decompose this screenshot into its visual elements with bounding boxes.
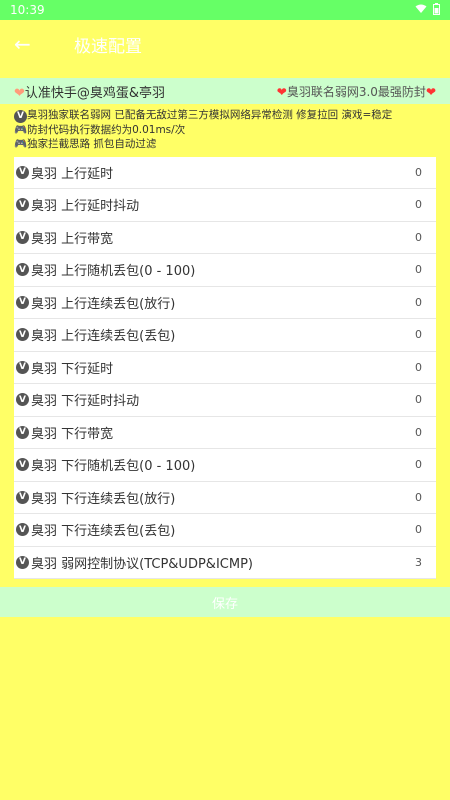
setting-label: 臭羽 下行带宽 — [31, 426, 114, 442]
setting-row[interactable]: V 臭羽 下行连续丢包(放行) 0 — [14, 482, 436, 514]
banner-right-text: 臭羽联名弱网3.0最强防封 — [286, 84, 426, 99]
setting-label: 臭羽 下行延时抖动 — [31, 394, 140, 410]
wifi-icon — [415, 3, 427, 17]
setting-row[interactable]: V 臭羽 上行连续丢包(丢包) 0 — [14, 319, 436, 352]
heart-icon: ❤ — [276, 84, 287, 99]
note-line: 🎮独家拦截思路 抓包自动过滤 — [14, 137, 157, 150]
v-badge-icon: V — [16, 263, 29, 277]
setting-row[interactable]: V 臭羽 上行延时抖动 0 — [14, 189, 436, 222]
setting-label: 臭羽 上行延时 — [31, 166, 114, 182]
app-bar: ← 极速配置 — [0, 20, 450, 68]
banner-left-text: 认准快手@臭鸡蛋&亭羽 — [24, 85, 166, 101]
v-badge-icon: V — [16, 328, 29, 342]
v-badge-icon: V — [16, 198, 29, 212]
note-line: V 臭羽独家联名弱网 已配备无敌过第三方模拟网络异常检测 修复拉回 演戏=稳定 — [14, 108, 436, 123]
back-arrow-icon[interactable]: ← — [14, 32, 54, 56]
v-badge-icon: V — [16, 425, 29, 439]
setting-row[interactable]: V 臭羽 下行随机丢包(0 - 100) 0 — [14, 449, 436, 482]
setting-label: 臭羽 上行带宽 — [31, 231, 114, 247]
feature-notes: V 臭羽独家联名弱网 已配备无敌过第三方模拟网络异常检测 修复拉回 演戏=稳定 🎮… — [0, 104, 450, 157]
v-badge-icon: V — [16, 230, 29, 244]
setting-row[interactable]: V 臭羽 上行随机丢包(0 - 100) 0 — [14, 254, 436, 287]
v-badge-icon: V — [16, 555, 29, 569]
setting-label: 臭羽 下行连续丢包(放行) — [31, 491, 176, 507]
setting-value: 0 — [415, 523, 422, 537]
gamepad-icon: 🎮 — [14, 123, 28, 136]
setting-value: 0 — [415, 458, 422, 472]
setting-value: 0 — [415, 490, 422, 504]
v-badge-icon: V — [16, 295, 29, 309]
setting-row[interactable]: V 臭羽 上行延时 0 — [14, 157, 436, 189]
setting-value: 0 — [415, 295, 422, 309]
setting-value: 0 — [415, 263, 422, 277]
banner-left: ❤认准快手@臭鸡蛋&亭羽 — [14, 82, 165, 101]
setting-row[interactable]: V 臭羽 弱网控制协议(TCP&UDP&ICMP) 3 — [14, 547, 436, 579]
v-badge-icon: V — [16, 360, 29, 374]
setting-label: 臭羽 下行随机丢包(0 - 100) — [31, 459, 196, 475]
setting-row[interactable]: V 臭羽 下行延时抖动 0 — [14, 384, 436, 417]
setting-value: 0 — [415, 425, 422, 439]
setting-value: 0 — [415, 328, 422, 342]
setting-row[interactable]: V 臭羽 上行连续丢包(放行) 0 — [14, 287, 436, 319]
setting-value: 0 — [415, 360, 422, 374]
heart-icon: ❤ — [425, 84, 436, 99]
setting-row[interactable]: V 臭羽 下行延时 0 — [14, 352, 436, 384]
save-button[interactable]: 保存 — [0, 587, 450, 617]
setting-value: 3 — [415, 555, 422, 569]
status-bar: 10:39 — [0, 0, 450, 20]
page-title: 极速配置 — [74, 36, 142, 57]
setting-row[interactable]: V 臭羽 下行连续丢包(丢包) 0 — [14, 514, 436, 547]
setting-label: 臭羽 弱网控制协议(TCP&UDP&ICMP) — [31, 556, 253, 572]
banner-right: ❤臭羽联名弱网3.0最强防封❤ — [277, 83, 436, 100]
setting-value: 0 — [415, 393, 422, 407]
status-time: 10:39 — [10, 3, 45, 17]
settings-list: V 臭羽 上行延时 0 V 臭羽 上行延时抖动 0 V 臭羽 上行带宽 0 V 臭羽 上行随机… — [14, 156, 436, 579]
battery-icon — [433, 2, 440, 18]
setting-label: 臭羽 下行连续丢包(丢包) — [31, 524, 176, 540]
setting-value: 0 — [415, 165, 422, 179]
gamepad-icon: 🎮 — [14, 137, 28, 150]
setting-label: 臭羽 上行连续丢包(放行) — [31, 296, 176, 312]
setting-row[interactable]: V 臭羽 上行带宽 0 — [14, 222, 436, 254]
v-badge-icon: V — [16, 165, 29, 179]
v-badge-icon: V — [14, 109, 27, 123]
note-line: 🎮防封代码执行数据约为0.01ms/次 — [14, 123, 186, 136]
setting-label: 臭羽 上行连续丢包(丢包) — [31, 329, 176, 345]
status-icons — [415, 2, 440, 18]
setting-label: 臭羽 上行随机丢包(0 - 100) — [31, 264, 196, 280]
setting-label: 臭羽 下行延时 — [31, 361, 114, 377]
setting-label: 臭羽 上行延时抖动 — [31, 199, 140, 215]
v-badge-icon: V — [16, 393, 29, 407]
v-badge-icon: V — [16, 458, 29, 472]
v-badge-icon: V — [16, 523, 29, 537]
setting-value: 0 — [415, 198, 422, 212]
credit-banner: ❤认准快手@臭鸡蛋&亭羽 ❤臭羽联名弱网3.0最强防封❤ — [0, 78, 450, 104]
heart-icon: ❤ — [14, 85, 25, 101]
v-badge-icon: V — [16, 490, 29, 504]
setting-value: 0 — [415, 230, 422, 244]
setting-row[interactable]: V 臭羽 下行带宽 0 — [14, 417, 436, 449]
